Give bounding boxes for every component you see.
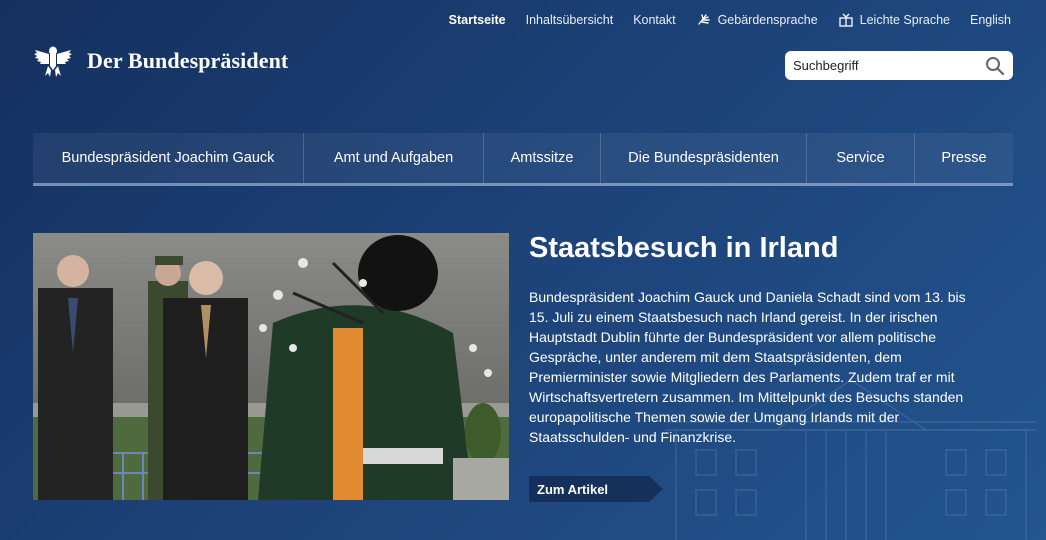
meta-link-leichte-sprache[interactable]: Leichte Sprache [838, 12, 950, 28]
meta-link-label: Startseite [448, 13, 506, 27]
meta-link-label: Inhaltsübersicht [525, 13, 614, 27]
state-visit-image [33, 233, 509, 500]
meta-link-label: Gebärdensprache [717, 13, 818, 27]
easy-language-icon [839, 13, 853, 27]
meta-link-label: Kontakt [633, 13, 676, 27]
meta-link-label: Leichte Sprache [859, 13, 950, 27]
teaser-title[interactable]: Staatsbesuch in Irland [529, 232, 838, 265]
search-icon[interactable] [985, 56, 1005, 76]
zum-artikel-label: Zum Artikel [537, 481, 609, 497]
meta-link-english[interactable]: English [970, 13, 1011, 27]
nav-item-label: Die Bundespräsidenten [628, 150, 779, 166]
page: Startseite Inhaltsübersicht Kontakt Gebä… [0, 0, 1046, 540]
nav-item-label: Amt und Aufgaben [333, 150, 454, 166]
sign-language-icon [697, 14, 710, 25]
search-box [785, 51, 1013, 80]
nav-item-amt-und-aufgaben[interactable]: Amt und Aufgaben [304, 133, 484, 183]
nav-item-label: Presse [941, 150, 987, 166]
zum-artikel-button[interactable]: Zum Artikel [529, 476, 663, 502]
main-nav: Bundespräsident Joachim Gauck Amt und Au… [33, 133, 1013, 186]
nav-item-bundespraesident[interactable]: Bundespräsident Joachim Gauck [33, 133, 304, 183]
nav-item-die-bundespraesidenten[interactable]: Die Bundespräsidenten [601, 133, 807, 183]
meta-nav: Startseite Inhaltsübersicht Kontakt Gebä… [449, 12, 1011, 28]
meta-link-label: English [970, 13, 1011, 27]
logo-text: Der Bundespräsident [87, 48, 289, 73]
logo[interactable]: Der Bundespräsident [33, 42, 288, 80]
nav-item-label: Bundespräsident Joachim Gauck [61, 150, 275, 166]
meta-link-kontakt[interactable]: Kontakt [633, 13, 675, 27]
meta-link-inhaltsuebersicht[interactable]: Inhaltsübersicht [526, 13, 614, 27]
nav-item-amtssitze[interactable]: Amtssitze [484, 133, 601, 183]
federal-eagle-icon [34, 46, 72, 77]
nav-item-label: Amtssitze [510, 150, 574, 166]
nav-item-presse[interactable]: Presse [915, 133, 1013, 183]
meta-link-startseite[interactable]: Startseite [449, 13, 506, 27]
nav-item-label: Service [836, 150, 885, 166]
teaser-photo[interactable] [33, 233, 509, 500]
teaser-text: Bundespräsident Joachim Gauck und Daniel… [529, 289, 966, 445]
nav-item-service[interactable]: Service [807, 133, 915, 183]
meta-link-gebaerdensprache[interactable]: Gebärdensprache [696, 12, 818, 28]
search-input[interactable] [791, 57, 985, 74]
